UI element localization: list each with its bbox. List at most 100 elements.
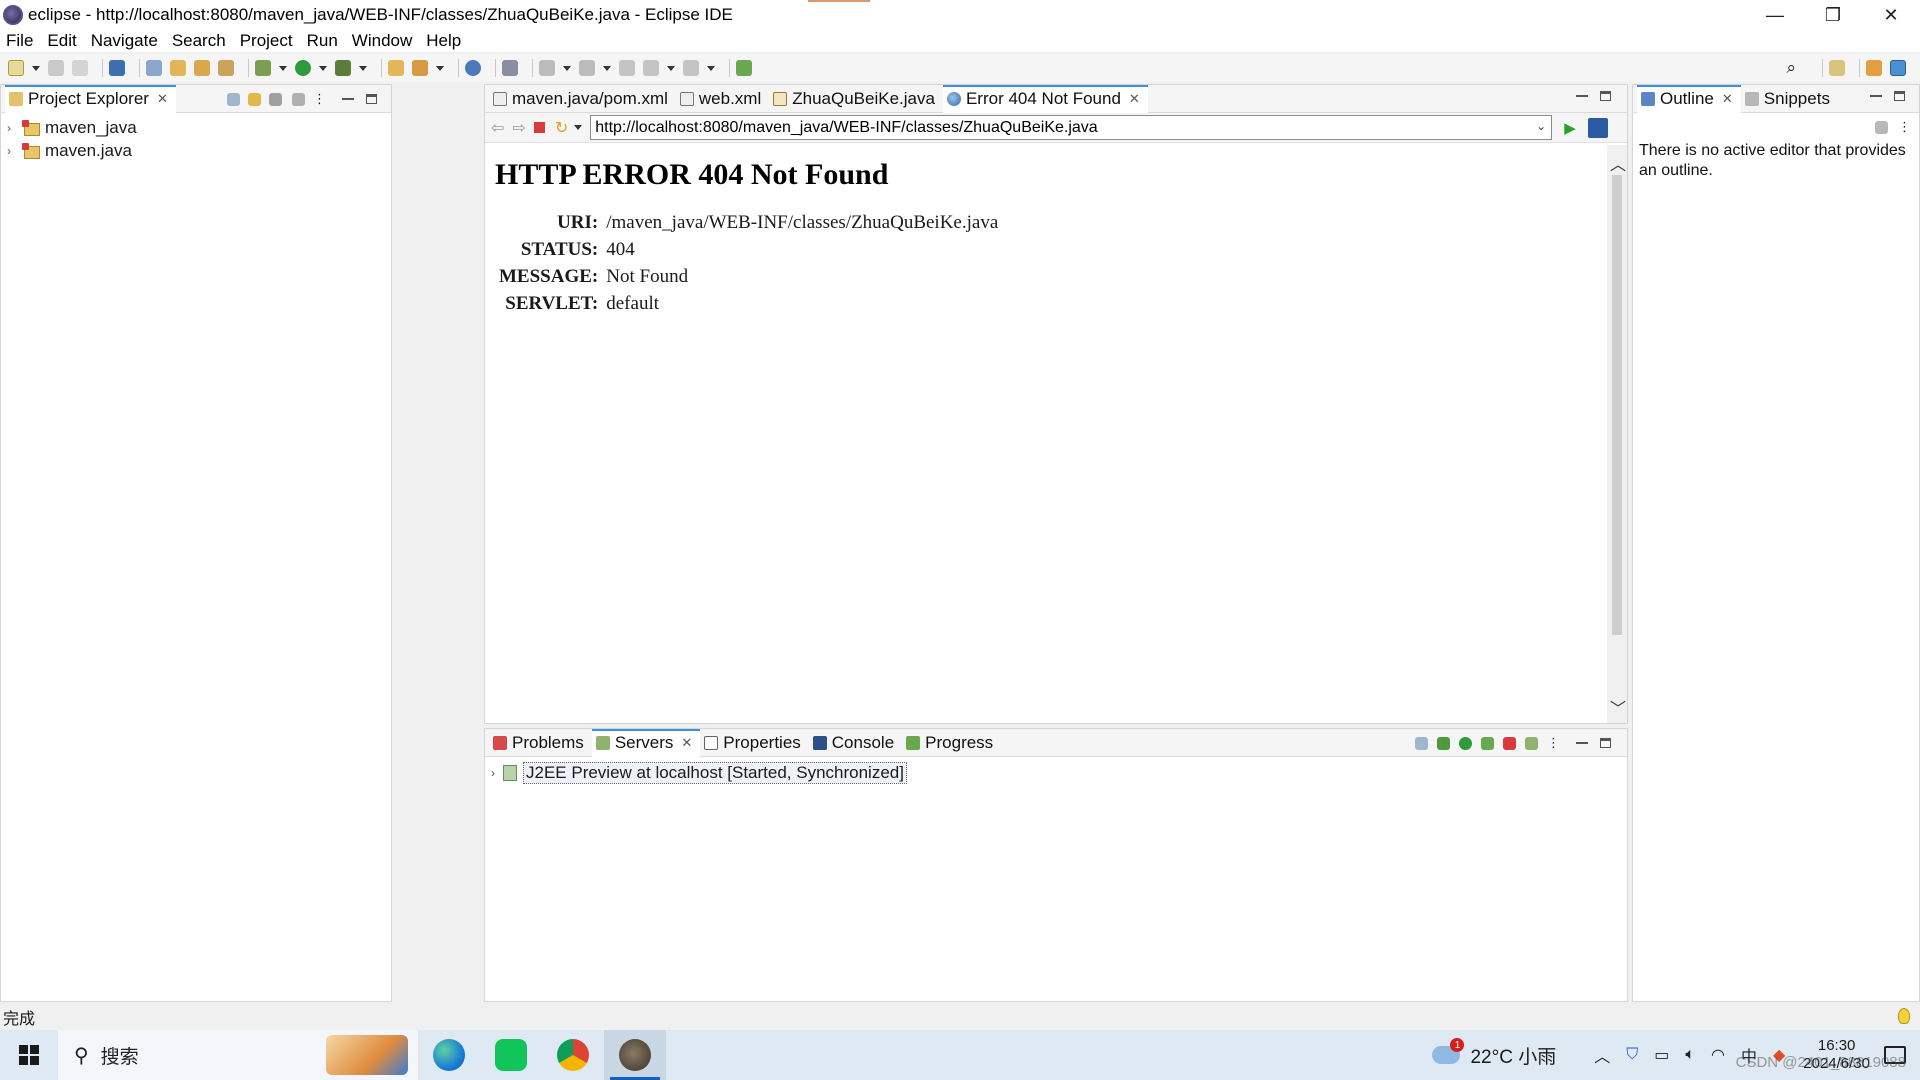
maximize-view-button[interactable] <box>1894 91 1905 101</box>
go-icon[interactable]: ▶ <box>1564 119 1576 137</box>
taskbar-messenger[interactable] <box>480 1030 542 1080</box>
chevron-up-icon[interactable]: ︿ <box>1594 1043 1610 1067</box>
profile-server-icon[interactable] <box>1481 736 1494 750</box>
open-perspective-icon[interactable] <box>1829 60 1845 76</box>
chevron-down-icon[interactable]: ⌄ <box>1536 119 1546 133</box>
weather-widget[interactable]: 1 22°C 小雨 <box>1432 1038 1556 1069</box>
new-package-icon[interactable] <box>194 60 210 76</box>
maximize-view-button[interactable] <box>1600 91 1611 101</box>
focus-icon[interactable] <box>292 92 305 106</box>
menu-run[interactable]: Run <box>307 31 338 51</box>
menu-help[interactable]: Help <box>426 31 461 51</box>
scroll-thumb[interactable] <box>1612 175 1622 635</box>
back-icon[interactable]: ⇦ <box>491 118 504 138</box>
forward-icon[interactable]: ⇨ <box>512 118 525 138</box>
next-annotation-dropdown-icon[interactable] <box>563 65 571 71</box>
start-server-icon[interactable] <box>1459 736 1472 750</box>
refresh-dropdown-icon[interactable] <box>574 125 583 130</box>
open-task-dropdown-icon[interactable] <box>436 65 444 71</box>
server-entry[interactable]: › J2EE Preview at localhost [Started, Sy… <box>485 761 1627 785</box>
filter-icon[interactable] <box>269 92 282 106</box>
link-with-editor-icon[interactable] <box>248 92 261 106</box>
forward-dropdown-icon[interactable] <box>707 65 715 71</box>
menu-window[interactable]: Window <box>352 31 412 51</box>
forward-icon[interactable] <box>683 60 699 76</box>
minimize-view-button[interactable] <box>1576 95 1588 97</box>
previous-annotation-dropdown-icon[interactable] <box>603 65 611 71</box>
publish-server-icon[interactable] <box>1525 736 1538 750</box>
view-menu-icon[interactable]: ⋮ <box>1898 119 1911 135</box>
new-java-project-icon[interactable] <box>170 60 186 76</box>
run-icon[interactable] <box>295 60 311 76</box>
close-icon[interactable]: ✕ <box>1722 91 1733 107</box>
close-icon[interactable]: ✕ <box>157 91 168 107</box>
minimize-view-button[interactable] <box>342 98 354 100</box>
scroll-down-icon[interactable]: ﹀ <box>1610 695 1626 719</box>
tip-bulb-icon[interactable] <box>1898 1008 1910 1024</box>
search-icon[interactable]: ⌕ <box>1786 58 1796 78</box>
url-input[interactable] <box>590 115 1553 140</box>
collapse-all-icon[interactable] <box>227 92 240 106</box>
minimize-view-button[interactable] <box>1576 742 1588 744</box>
minimize-view-button[interactable] <box>1870 95 1882 97</box>
view-menu-icon[interactable]: ⋮ <box>313 91 326 107</box>
chevron-right-icon[interactable]: › <box>7 144 17 158</box>
external-tools-icon[interactable] <box>335 60 351 76</box>
tab-error-404[interactable]: Error 404 Not Found ✕ <box>942 84 1148 113</box>
chevron-right-icon[interactable]: › <box>7 121 17 135</box>
tree-item[interactable]: › maven.java <box>1 139 391 162</box>
next-annotation-icon[interactable] <box>539 60 555 76</box>
tab-snippets[interactable]: Snippets <box>1741 85 1838 113</box>
stop-icon[interactable] <box>533 122 545 133</box>
back-icon[interactable] <box>643 60 659 76</box>
save-all-icon[interactable] <box>72 60 88 76</box>
maximize-view-button[interactable] <box>1600 738 1611 748</box>
wifi-icon[interactable]: ◠ <box>1711 1045 1725 1065</box>
taskbar-search[interactable]: ⚲ 搜索 <box>58 1030 418 1080</box>
debug-server-icon[interactable] <box>1437 736 1450 750</box>
restore-button[interactable]: ❐ <box>1804 0 1862 30</box>
menu-edit[interactable]: Edit <box>47 31 76 51</box>
open-external-browser-icon[interactable] <box>1587 117 1608 138</box>
scroll-up-icon[interactable]: ︿ <box>1610 151 1626 175</box>
web-browser-icon[interactable] <box>465 60 481 76</box>
menu-file[interactable]: File <box>6 31 33 51</box>
debug-dropdown-icon[interactable] <box>279 65 287 71</box>
tab-zhuaqubeike-java[interactable]: ZhuaQuBeiKe.java <box>769 85 943 113</box>
tree-item[interactable]: › maven_java <box>1 116 391 139</box>
tab-properties[interactable]: Properties <box>700 729 808 757</box>
tab-console[interactable]: Console <box>809 729 902 757</box>
previous-annotation-icon[interactable] <box>579 60 595 76</box>
minimize-button[interactable]: — <box>1746 0 1804 30</box>
taskbar-edge[interactable] <box>418 1030 480 1080</box>
refresh-icon[interactable]: ↻ <box>555 118 568 138</box>
vertical-scrollbar[interactable]: ︿ ﹀ <box>1607 145 1627 723</box>
tab-web-xml[interactable]: web.xml <box>676 85 769 113</box>
external-tools-dropdown-icon[interactable] <box>359 65 367 71</box>
menu-search[interactable]: Search <box>172 31 226 51</box>
tab-problems[interactable]: Problems <box>489 729 592 757</box>
tab-pom-xml[interactable]: maven.java/pom.xml <box>489 85 676 113</box>
tab-progress[interactable]: Progress <box>902 729 1001 757</box>
save-icon[interactable] <box>48 60 64 76</box>
battery-icon[interactable]: ▭ <box>1654 1045 1669 1065</box>
terminal-icon[interactable] <box>109 60 125 76</box>
debug-icon[interactable] <box>255 60 271 76</box>
taskbar-eclipse[interactable] <box>604 1030 666 1080</box>
close-icon[interactable]: ✕ <box>681 735 692 751</box>
collapse-all-icon[interactable] <box>1415 736 1428 750</box>
skip-breakpoints-icon[interactable] <box>146 60 162 76</box>
volume-icon[interactable]: 🔈︎ <box>1685 1046 1695 1064</box>
open-type-icon[interactable] <box>388 60 404 76</box>
close-button[interactable]: ✕ <box>1862 0 1920 30</box>
java-ee-perspective-icon[interactable] <box>1866 60 1882 76</box>
menu-navigate[interactable]: Navigate <box>91 31 158 51</box>
menu-project[interactable]: Project <box>240 31 293 51</box>
focus-icon[interactable] <box>1875 120 1888 134</box>
new-icon[interactable] <box>8 60 24 76</box>
tab-project-explorer[interactable]: Project Explorer ✕ <box>5 84 176 113</box>
shield-icon[interactable]: ⛉ <box>1626 1046 1638 1064</box>
start-button[interactable] <box>0 1030 58 1080</box>
view-menu-icon[interactable]: ⋮ <box>1547 735 1560 751</box>
stop-server-icon[interactable] <box>1503 736 1516 750</box>
